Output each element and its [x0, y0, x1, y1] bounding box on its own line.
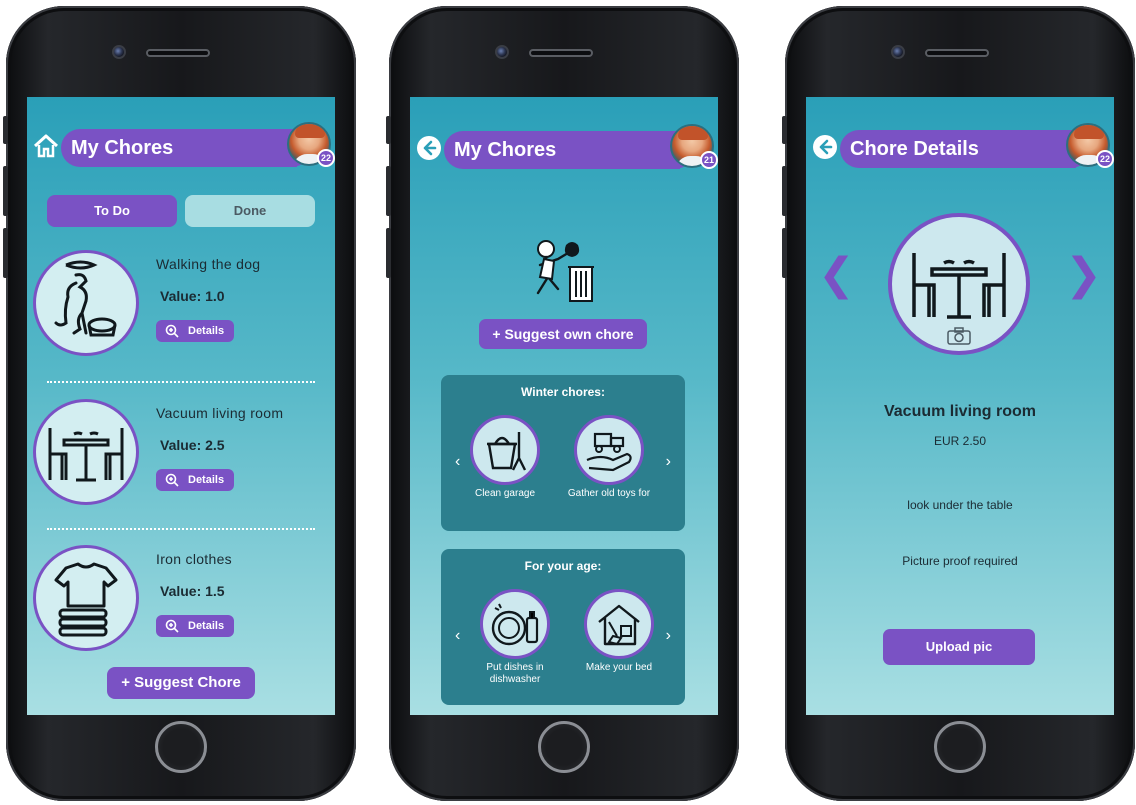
side-button: [386, 166, 391, 216]
proof-requirement: Picture proof required: [902, 554, 1018, 568]
suggestion-item[interactable]: Put dishes in dishwasher: [468, 589, 562, 686]
phone-frame-2: My Chores 21 + Suggest own chore Winter …: [386, 6, 739, 801]
item-label: Gather old toys for: [567, 488, 651, 499]
carousel-next-arrow[interactable]: ›: [666, 453, 671, 471]
home-button[interactable]: [538, 721, 590, 773]
details-label: Details: [188, 620, 225, 632]
list-item: Walking the dog Value: 1.0 Details: [27, 250, 335, 360]
side-button: [3, 228, 8, 278]
list-item: Vacuum living room Value: 2.5 Details: [27, 399, 335, 509]
details-label: Details: [188, 474, 225, 486]
side-button: [782, 228, 787, 278]
speaker-slot: [925, 49, 989, 57]
phone-frame-1: My Chores 22 To Do Done Walking the dog …: [3, 6, 356, 801]
screen: My Chores 21 + Suggest own chore Winter …: [410, 97, 718, 715]
divider: [47, 528, 315, 530]
upload-pic-button[interactable]: Upload pic: [883, 629, 1035, 665]
chore-title: Vacuum living room: [883, 403, 1037, 420]
chore-image: [480, 589, 550, 659]
details-button[interactable]: Details: [156, 469, 234, 491]
chore-image: [470, 415, 540, 485]
table-chairs-icon: [48, 428, 124, 482]
page-title: My Chores: [61, 129, 311, 167]
page-title: My Chores: [444, 131, 694, 169]
camera-dot: [891, 45, 905, 59]
home-button[interactable]: [155, 721, 207, 773]
suggest-chore-button[interactable]: + Suggest Chore: [107, 667, 255, 699]
suggestion-item[interactable]: Make your bed: [572, 589, 666, 674]
chore-image: [33, 250, 139, 356]
bucket-broom-icon: [487, 432, 527, 471]
side-button: [3, 166, 8, 216]
app-header: My Chores 21: [410, 124, 718, 171]
chore-description: look under the table: [907, 498, 1013, 512]
screen: Chore Details 22 ❮ ❯ Vacuum living room …: [806, 97, 1114, 715]
speaker-slot: [146, 49, 210, 57]
page-title: Chore Details: [840, 130, 1090, 168]
item-label: Clean garage: [474, 488, 536, 499]
suggestion-item[interactable]: Clean garage: [458, 415, 552, 500]
chore-image: [33, 545, 139, 651]
divider: [47, 381, 315, 383]
zoom-in-icon: [165, 324, 179, 338]
trash-kid-icon: [536, 240, 594, 302]
suggest-own-chore-button[interactable]: + Suggest own chore: [479, 319, 647, 349]
points-badge: 22: [1096, 150, 1114, 168]
chore-title: Walking the dog: [156, 256, 261, 272]
chore-value: Value: 1.5: [160, 583, 225, 599]
chore-price: EUR 2.50: [933, 434, 987, 448]
chore-image: [574, 415, 644, 485]
chore-image: [584, 589, 654, 659]
details-button[interactable]: Details: [156, 615, 234, 637]
house-broom-icon: [598, 604, 640, 646]
tab-todo[interactable]: To Do: [47, 195, 177, 227]
chore-value: Value: 2.5: [160, 437, 225, 453]
phone-frame-3: Chore Details 22 ❮ ❯ Vacuum living room …: [782, 6, 1135, 801]
zoom-in-icon: [165, 473, 179, 487]
chore-value: Value: 1.0: [160, 288, 225, 304]
details-button[interactable]: Details: [156, 320, 234, 342]
carousel-prev-arrow[interactable]: ‹: [455, 627, 460, 645]
points-badge: 21: [700, 151, 718, 169]
points-badge: 22: [317, 149, 335, 167]
folded-shirt-icon: [54, 562, 118, 637]
side-button: [782, 166, 787, 216]
back-arrow-icon[interactable]: [416, 135, 442, 161]
dog-walking-icon: [54, 260, 117, 337]
item-label: Make your bed: [585, 662, 653, 673]
side-button: [3, 116, 8, 144]
back-arrow-icon[interactable]: [812, 134, 838, 160]
winter-chores-card: Winter chores: ‹ › Clean garage Gather o…: [441, 375, 685, 531]
camera-dot: [495, 45, 509, 59]
tab-bar: To Do Done: [47, 195, 315, 227]
chore-title: Iron clothes: [156, 551, 232, 567]
dishes-icon: [491, 603, 539, 646]
list-item: Iron clothes Value: 1.5 Details: [27, 545, 335, 655]
card-title: Winter chores:: [521, 385, 605, 399]
camera-icon[interactable]: [947, 327, 971, 345]
home-button[interactable]: [934, 721, 986, 773]
home-icon[interactable]: [33, 133, 59, 159]
card-title: For your age:: [524, 559, 602, 573]
side-button: [386, 228, 391, 278]
toys-hand-icon: [586, 432, 632, 472]
app-header: My Chores 22: [27, 122, 335, 169]
details-label: Details: [188, 325, 225, 337]
screen: My Chores 22 To Do Done Walking the dog …: [27, 97, 335, 715]
camera-dot: [112, 45, 126, 59]
age-chores-card: For your age: ‹ › Put dishes in dishwash…: [441, 549, 685, 705]
prev-chore-arrow[interactable]: ❮: [818, 249, 855, 300]
next-chore-arrow[interactable]: ❯: [1065, 249, 1102, 300]
chore-title: Vacuum living room: [156, 405, 284, 421]
chore-image: [33, 399, 139, 505]
app-header: Chore Details 22: [806, 123, 1114, 170]
zoom-in-icon: [165, 619, 179, 633]
suggestion-item[interactable]: Gather old toys for: [562, 415, 656, 500]
speaker-slot: [529, 49, 593, 57]
side-button: [782, 116, 787, 144]
item-label: Put dishes in dishwasher: [486, 662, 544, 685]
side-button: [386, 116, 391, 144]
tab-done[interactable]: Done: [185, 195, 315, 227]
carousel-next-arrow[interactable]: ›: [666, 627, 671, 645]
